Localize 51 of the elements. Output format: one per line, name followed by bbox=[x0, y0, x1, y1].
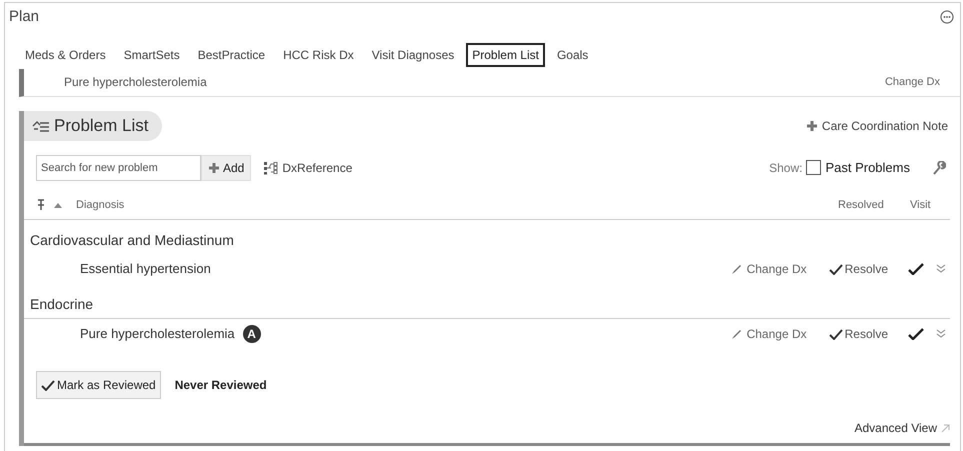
tab[interactable]: Meds & Orders bbox=[19, 42, 112, 66]
diagnosis-text: Pure hypercholesterolemia bbox=[64, 74, 207, 91]
expand-icon[interactable] bbox=[936, 329, 946, 339]
change-dx-link[interactable]: Change Dx bbox=[884, 74, 940, 90]
checkbox-label[interactable]: Past Problems bbox=[825, 158, 910, 178]
column-header[interactable]: Resolved bbox=[838, 196, 898, 213]
advanced-view-link[interactable]: Advanced View bbox=[854, 419, 950, 437]
tab[interactable]: BestPractice bbox=[192, 42, 272, 66]
section-title: Problem List bbox=[54, 114, 148, 137]
review-status: Never Reviewed bbox=[174, 377, 267, 394]
tab[interactable]: Goals bbox=[550, 42, 594, 66]
external-arrow-icon bbox=[941, 424, 950, 432]
wrench-icon[interactable] bbox=[932, 160, 946, 174]
checkbox[interactable] bbox=[806, 160, 822, 175]
tab[interactable]: HCC Risk Dx bbox=[277, 42, 360, 66]
tab[interactable]: Visit Diagnoses bbox=[366, 42, 460, 66]
check-icon bbox=[41, 380, 55, 390]
group-heading: Endocrine bbox=[30, 296, 94, 312]
column-header[interactable]: Diagnosis bbox=[76, 196, 124, 213]
diagnosis-text[interactable]: Essential hypertension bbox=[80, 259, 211, 279]
tab[interactable]: Problem List bbox=[466, 42, 545, 66]
list-edit-icon bbox=[32, 118, 50, 132]
group-heading: Cardiovascular and Mediastinum bbox=[30, 232, 234, 248]
search-field[interactable]: Search for new problem bbox=[36, 154, 201, 180]
pencil-icon bbox=[730, 263, 743, 275]
tab[interactable]: SmartSets bbox=[118, 42, 186, 66]
badge: A bbox=[242, 325, 261, 343]
diagnosis-text[interactable]: Pure hypercholesterolemia bbox=[80, 324, 235, 344]
more-options-icon[interactable] bbox=[940, 10, 954, 24]
tree-icon bbox=[263, 160, 280, 174]
care-coordination-note-button[interactable]: Care Coordination Note bbox=[806, 116, 948, 134]
dx-reference-button[interactable]: DxReference bbox=[263, 158, 352, 176]
visit-check[interactable] bbox=[908, 262, 924, 276]
pencil-icon bbox=[730, 328, 743, 340]
check-icon bbox=[828, 264, 843, 274]
column-header[interactable]: Visit bbox=[910, 196, 950, 213]
expand-icon[interactable] bbox=[936, 264, 946, 274]
mark-as-reviewed-button[interactable]: Mark as Reviewed bbox=[36, 371, 161, 399]
add-button[interactable]: Add bbox=[201, 154, 252, 180]
plus-icon bbox=[806, 120, 818, 132]
change-dx-button[interactable]: Change Dx bbox=[730, 325, 807, 343]
resolve-button[interactable]: Resolve bbox=[828, 260, 888, 278]
pin-icon[interactable] bbox=[36, 198, 46, 211]
check-icon bbox=[828, 328, 843, 340]
change-dx-button[interactable]: Change Dx bbox=[730, 260, 807, 278]
window-title: Plan bbox=[9, 7, 40, 27]
visit-check[interactable] bbox=[908, 327, 924, 341]
plus-icon bbox=[208, 162, 220, 174]
show-label: Show: bbox=[769, 160, 802, 176]
resolve-button[interactable]: Resolve bbox=[828, 325, 888, 343]
sort-ascending-icon[interactable] bbox=[54, 202, 62, 208]
